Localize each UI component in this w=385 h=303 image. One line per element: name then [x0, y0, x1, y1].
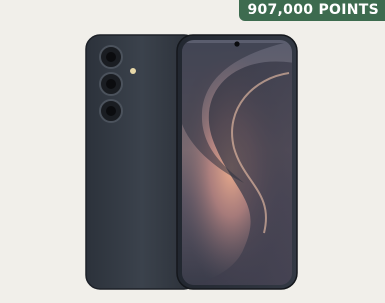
product-image: [84, 33, 300, 291]
product-card[interactable]: 907,000 POINTS: [0, 0, 385, 303]
smartphone-icon: [85, 34, 298, 290]
points-badge: 907,000 POINTS: [239, 0, 385, 21]
